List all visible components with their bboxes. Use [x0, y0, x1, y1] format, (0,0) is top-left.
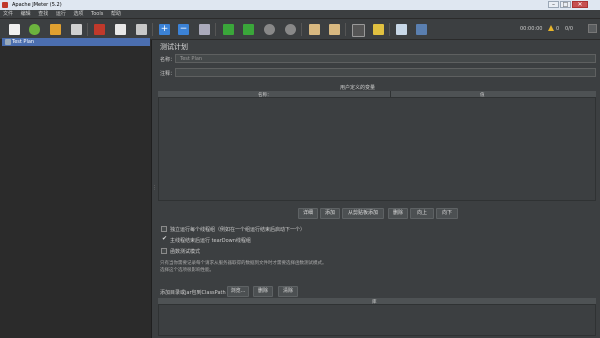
name-value: Test Plan — [180, 56, 203, 62]
toolbar: + − 00:00:00 0 0/0 — [0, 19, 600, 40]
elapsed-time: 00:00:00 — [520, 26, 543, 32]
menu-edit[interactable]: 编辑 — [18, 10, 34, 19]
column-header-library[interactable]: 库 — [372, 299, 377, 305]
search-icon[interactable] — [352, 24, 365, 37]
menu-search[interactable]: 查找 — [35, 10, 51, 19]
teardown-after-shutdown-label: 主线程结束后运行 tearDown线程组 — [170, 238, 251, 244]
comment-label: 注释： — [160, 71, 176, 77]
run-thread-groups-consecutively-label: 独立运行每个线程组（例如在一个组运行结束后启动下一个） — [170, 227, 306, 233]
functional-test-mode-label: 函数测试模式 — [170, 249, 201, 255]
test-status-icon — [588, 24, 597, 33]
reset-search-icon[interactable] — [373, 24, 384, 35]
start-no-pauses-icon[interactable] — [243, 24, 254, 35]
classpath-delete-button[interactable]: 删除 — [253, 286, 273, 297]
menu-tools[interactable]: Tools — [88, 10, 106, 19]
clear-icon[interactable] — [309, 24, 320, 35]
teardown-after-shutdown-checkbox[interactable]: ✔ — [162, 236, 167, 242]
open-folder-icon[interactable] — [50, 24, 61, 35]
column-divider — [390, 91, 391, 98]
toolbar-separator — [215, 23, 216, 36]
shutdown-icon[interactable] — [285, 24, 296, 35]
cut-icon[interactable] — [94, 24, 105, 35]
add-from-clipboard-button[interactable]: 从剪贴板添加 — [342, 208, 384, 219]
column-header-name[interactable]: 名称： — [258, 92, 272, 98]
help-icon[interactable] — [416, 24, 427, 35]
test-plan-icon — [5, 39, 11, 45]
menu-bar: 文件 编辑 查找 运行 选项 Tools 帮助 — [0, 10, 600, 19]
functional-test-mode-checkbox[interactable] — [161, 248, 167, 254]
comment-field[interactable] — [175, 68, 596, 77]
menu-options[interactable]: 选项 — [70, 10, 86, 19]
stop-icon[interactable] — [264, 24, 275, 35]
delete-button[interactable]: 删除 — [388, 208, 408, 219]
tree-item-label: Test Plan — [12, 39, 35, 45]
tree-item-test-plan[interactable]: Test Plan — [2, 38, 150, 46]
classpath-table-header — [158, 298, 596, 305]
menu-run[interactable]: 运行 — [53, 10, 69, 19]
copy-icon[interactable] — [115, 24, 126, 35]
functional-mode-note: 只有当你需要记录每个请求从服务器取得的数据到文件时才需要选择函数测试模式。 — [160, 261, 327, 266]
save-icon[interactable] — [71, 24, 82, 35]
menu-help[interactable]: 帮助 — [108, 10, 124, 19]
functional-mode-note-performance: 选择这个选项很影响性能。 — [160, 268, 214, 273]
maximize-button[interactable]: □ — [560, 1, 571, 8]
toolbar-separator — [389, 23, 390, 36]
toolbar-separator — [345, 23, 346, 36]
move-down-button[interactable]: 向下 — [436, 208, 458, 219]
variables-table[interactable] — [158, 91, 596, 201]
warning-count: 0 — [556, 26, 560, 32]
name-label: 名称： — [160, 57, 176, 63]
function-helper-icon[interactable] — [396, 24, 407, 35]
window-title: Apache JMeter (5.2) — [12, 2, 62, 8]
collapse-all-icon[interactable]: − — [178, 24, 189, 35]
name-field[interactable]: Test Plan — [175, 54, 596, 63]
title-bar: Apache JMeter (5.2) – □ ✕ — [0, 0, 600, 10]
classpath-clear-button[interactable]: 清除 — [278, 286, 298, 297]
toolbar-separator — [87, 23, 88, 36]
toggle-icon[interactable] — [199, 24, 210, 35]
start-icon[interactable] — [223, 24, 234, 35]
browse-button[interactable]: 浏览... — [227, 286, 249, 297]
toolbar-separator — [152, 23, 153, 36]
close-button[interactable]: ✕ — [572, 1, 588, 8]
user-defined-variables-title: 用户定义的变量 — [340, 85, 376, 91]
clear-all-icon[interactable] — [329, 24, 340, 35]
templates-icon[interactable] — [29, 24, 40, 35]
active-threads: 0/0 — [565, 26, 574, 32]
paste-icon[interactable] — [136, 24, 147, 35]
variables-table-header — [158, 91, 596, 98]
warning-icon[interactable] — [548, 25, 554, 31]
run-thread-groups-consecutively-checkbox[interactable] — [161, 226, 167, 232]
classpath-label: 添加目录或jar包到ClassPath — [160, 290, 226, 296]
toolbar-separator — [301, 23, 302, 36]
add-button[interactable]: 添加 — [320, 208, 340, 219]
jmeter-app-icon — [2, 2, 8, 8]
minimize-button[interactable]: – — [548, 1, 559, 8]
menu-file[interactable]: 文件 — [0, 10, 16, 19]
splitter-grip-icon[interactable]: ⋮ — [152, 185, 157, 193]
expand-all-icon[interactable]: + — [159, 24, 170, 35]
panel-title: 测试计划 — [160, 43, 188, 51]
move-up-button[interactable]: 向上 — [410, 208, 434, 219]
detail-button[interactable]: 详细 — [298, 208, 318, 219]
column-header-value[interactable]: 值 — [480, 92, 485, 98]
new-file-icon[interactable] — [9, 24, 20, 35]
test-plan-tree — [0, 40, 152, 338]
